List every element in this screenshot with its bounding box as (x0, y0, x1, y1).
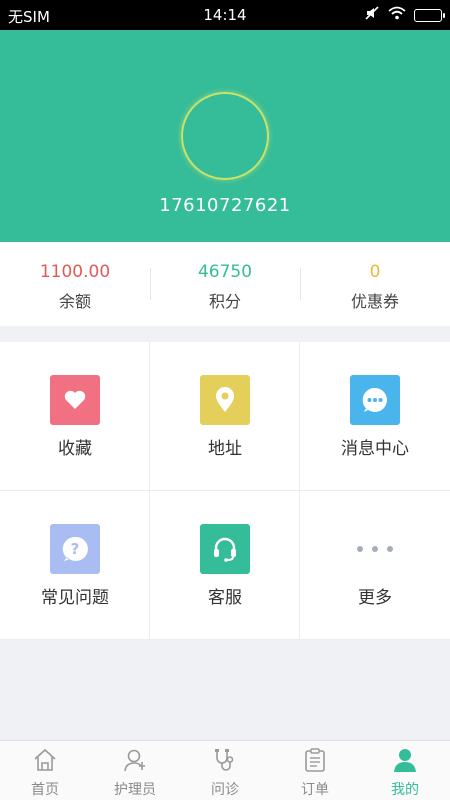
tab-orders[interactable]: 订单 (270, 741, 360, 800)
tab-consultation[interactable]: 问诊 (180, 741, 270, 800)
tab-mine[interactable]: 我的 (360, 741, 450, 800)
menu-item-favorites[interactable]: 收藏 (0, 342, 150, 491)
menu-item-messages[interactable]: 消息中心 (300, 342, 450, 491)
stat-coupons[interactable]: 0 优惠券 (300, 242, 450, 326)
heart-icon (50, 375, 100, 425)
status-icons (364, 5, 445, 25)
svg-text:?: ? (71, 540, 80, 558)
nurse-icon (124, 749, 145, 772)
menu-label: 地址 (208, 439, 242, 459)
menu-item-more[interactable]: 更多 (300, 491, 450, 640)
headset-icon (200, 524, 250, 574)
stat-label: 余额 (58, 292, 91, 311)
tab-home[interactable]: 首页 (0, 741, 90, 800)
tab-label: 护理员 (114, 782, 156, 798)
stat-value: 1100.00 (39, 262, 111, 282)
menu-item-faq[interactable]: ? 常见问题 (0, 491, 150, 640)
menu-label: 收藏 (58, 439, 92, 459)
stat-balance[interactable]: 1100.00 余额 (0, 242, 150, 326)
profile-icon (394, 749, 416, 772)
menu-label: 更多 (358, 588, 392, 608)
menu-grid: 收藏 地址 消息中心 ? 常见问题 客服 更多 (0, 342, 450, 640)
stat-value: 0 (369, 262, 381, 282)
account-stats: 1100.00 余额 46750 积分 0 优惠券 (0, 242, 450, 326)
more-dots-icon (350, 524, 400, 574)
stat-label: 积分 (208, 292, 241, 311)
profile-header: 17610727621 (0, 30, 450, 242)
tab-label: 我的 (391, 782, 419, 798)
message-icon (350, 375, 400, 425)
menu-item-address[interactable]: 地址 (150, 342, 300, 491)
menu-label: 消息中心 (341, 439, 409, 459)
stat-label: 优惠券 (350, 292, 399, 311)
tab-label: 问诊 (211, 782, 239, 798)
tab-caregivers[interactable]: 护理员 (90, 741, 180, 800)
stat-value: 46750 (197, 262, 253, 282)
tab-label: 首页 (31, 782, 59, 798)
question-icon: ? (50, 524, 100, 574)
menu-label: 常见问题 (41, 588, 109, 608)
bottom-tab-bar: 首页 护理员 问诊 订单 我的 (0, 740, 450, 800)
location-pin-icon (200, 375, 250, 425)
wifi-icon (388, 6, 406, 24)
stat-points[interactable]: 46750 积分 (150, 242, 300, 326)
battery-icon (414, 8, 445, 22)
menu-label: 客服 (208, 588, 242, 608)
order-icon (305, 748, 325, 772)
user-phone: 17610727621 (159, 195, 291, 216)
consult-icon (215, 749, 234, 771)
home-icon (34, 748, 56, 771)
mute-icon (364, 5, 380, 25)
avatar[interactable] (181, 92, 269, 180)
menu-item-customer-service[interactable]: 客服 (150, 491, 300, 640)
status-bar: 无SIM 14:14 (0, 0, 450, 30)
tab-label: 订单 (301, 782, 329, 798)
